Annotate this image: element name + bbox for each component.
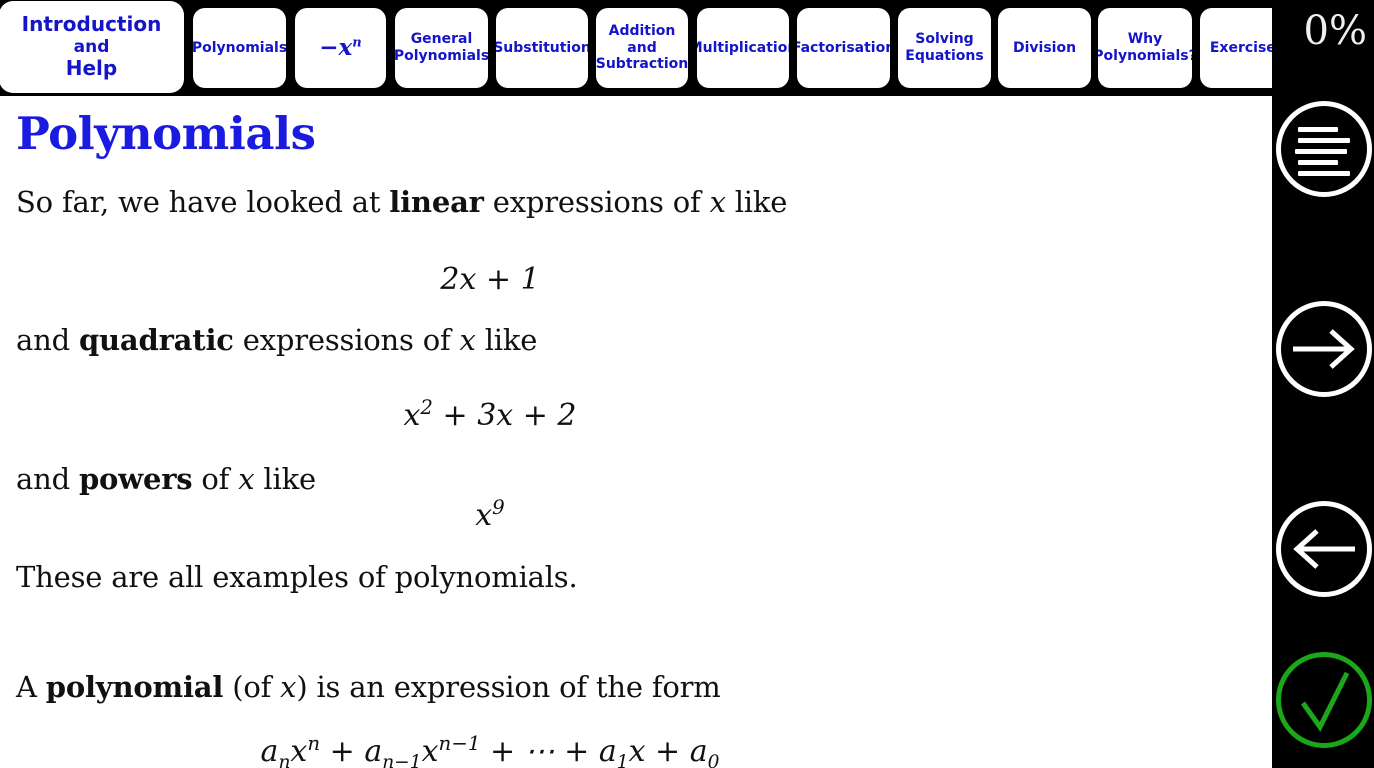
- paragraph-quadratic-pre: and: [16, 323, 79, 357]
- display-equation-quadratic: x2 + 3x + 2: [0, 396, 980, 433]
- paragraph-linear-post: like: [725, 185, 788, 219]
- tab-multiplication[interactable]: Multiplication: [697, 8, 789, 88]
- display-equation-linear-text: 2x + 1: [440, 262, 540, 297]
- menu-lines-icon: [1276, 101, 1372, 197]
- tab-general-polynomials-line-0: General: [410, 31, 473, 48]
- tab-addition-and-subtraction[interactable]: Addition and Subtraction: [596, 8, 688, 88]
- page-title: Polynomials: [16, 107, 316, 160]
- display-equation-power-text: x9: [475, 496, 505, 533]
- tab-division[interactable]: Division: [998, 8, 1091, 88]
- paragraph-linear-mid: expressions of: [483, 185, 710, 219]
- arrow-right-icon: [1276, 301, 1372, 397]
- progress-percent-label: 0%: [1303, 8, 1367, 54]
- paragraph-definition-pre: A: [16, 670, 46, 704]
- tab-minus-x-to-the-n-label: −xn: [319, 34, 362, 62]
- paragraph-examples: These are all examples of polynomials.: [16, 560, 578, 594]
- tab-factorisation[interactable]: Factorisation: [797, 8, 890, 88]
- display-equation-general-form: anxn + an−1xn−1 + ⋯ + a1x + a0: [0, 732, 980, 768]
- paragraph-quadratic-bold: quadratic: [78, 323, 234, 357]
- paragraph-linear: So far, we have looked at linear express…: [0, 184, 803, 221]
- tab-solving-equations-line-0: Solving: [915, 31, 974, 48]
- tab-introduction-and-help[interactable]: Introduction and Help: [0, 2, 183, 92]
- tab-exercises[interactable]: Exercises: [1200, 8, 1272, 88]
- tab-addition-and-subtraction-line-2: Subtraction: [596, 56, 688, 73]
- topic-tab-bar: Introduction and Help Polynomials −xn General…: [0, 0, 1272, 96]
- paragraph-powers-post: like: [254, 462, 316, 496]
- tab-polynomials-line-0: Polynomials: [193, 39, 286, 56]
- paragraph-powers-mid: of: [192, 462, 239, 496]
- paragraph-powers-var: x: [238, 462, 255, 496]
- tab-introduction-and-help-line-1: and: [73, 36, 110, 57]
- tab-introduction-and-help-line-2: Help: [65, 56, 118, 81]
- display-equation-general-form-text: anxn + an−1xn−1 + ⋯ + a1x + a0: [260, 732, 720, 768]
- lesson-content-pane[interactable]: Polynomials So far, we have looked at li…: [0, 96, 1272, 768]
- display-equation-linear: 2x + 1: [0, 262, 980, 297]
- tab-exercises-line-0: Exercises: [1209, 39, 1272, 56]
- paragraph-powers-pre: and: [16, 462, 79, 496]
- arrow-left-icon: [1276, 501, 1372, 597]
- paragraph-linear-var: x: [709, 185, 726, 219]
- tab-why-polynomials[interactable]: Why Polynomials?: [1098, 8, 1192, 88]
- tab-why-polynomials-line-0: Why: [1127, 31, 1163, 48]
- check-mark-icon: [1276, 652, 1372, 748]
- tab-division-line-0: Division: [1012, 39, 1077, 56]
- tab-multiplication-line-0: Multiplication: [697, 39, 789, 56]
- tab-addition-and-subtraction-line-1: and: [627, 39, 657, 56]
- tab-polynomials[interactable]: Polynomials: [193, 8, 286, 88]
- paragraph-linear-pre: So far, we have looked at: [16, 185, 390, 219]
- paragraph-powers: and powers of x like: [0, 461, 332, 498]
- application-root: Introduction and Help Polynomials −xn General…: [0, 0, 1374, 768]
- tab-introduction-and-help-line-0: Introduction: [21, 12, 162, 37]
- paragraph-quadratic-var: x: [459, 323, 476, 357]
- tab-solving-equations-line-1: Equations: [905, 48, 984, 64]
- paragraph-definition-var: x: [280, 670, 297, 704]
- tab-solving-equations[interactable]: Solving Equations: [898, 8, 991, 88]
- tab-addition-and-subtraction-line-0: Addition: [608, 23, 676, 40]
- mark-complete-button[interactable]: [1273, 650, 1374, 750]
- paragraph-quadratic-mid: expressions of: [233, 323, 460, 357]
- paragraph-definition: A polynomial (of x) is an expression of …: [0, 669, 737, 706]
- previous-page-button[interactable]: [1273, 499, 1374, 599]
- tab-general-polynomials[interactable]: General Polynomials: [395, 8, 488, 88]
- tab-general-polynomials-line-1: Polynomials: [395, 48, 488, 64]
- tab-why-polynomials-line-1: Polynomials?: [1098, 48, 1192, 64]
- tab-minus-x-to-the-n[interactable]: −xn: [295, 8, 386, 88]
- lesson-content-inner: Polynomials So far, we have looked at li…: [0, 96, 1272, 768]
- display-equation-power: x9: [0, 496, 980, 533]
- paragraph-quadratic: and quadratic expressions of x like: [0, 322, 553, 359]
- menu-button[interactable]: [1273, 99, 1374, 199]
- navigation-sidebar: 0%: [1272, 0, 1374, 768]
- tab-substitution-line-0: Substitution: [496, 39, 588, 56]
- display-equation-quadratic-text: x2 + 3x + 2: [403, 396, 577, 433]
- paragraph-definition-post: ) is an expression of the form: [296, 670, 721, 704]
- paragraph-powers-bold: powers: [78, 462, 193, 496]
- paragraph-definition-bold: polynomial: [45, 670, 224, 704]
- paragraph-linear-bold: linear: [389, 185, 484, 219]
- tab-factorisation-line-0: Factorisation: [797, 39, 890, 56]
- next-page-button[interactable]: [1273, 299, 1374, 399]
- tab-substitution[interactable]: Substitution: [496, 8, 588, 88]
- paragraph-quadratic-post: like: [475, 323, 538, 357]
- paragraph-definition-mid: (of: [223, 670, 281, 704]
